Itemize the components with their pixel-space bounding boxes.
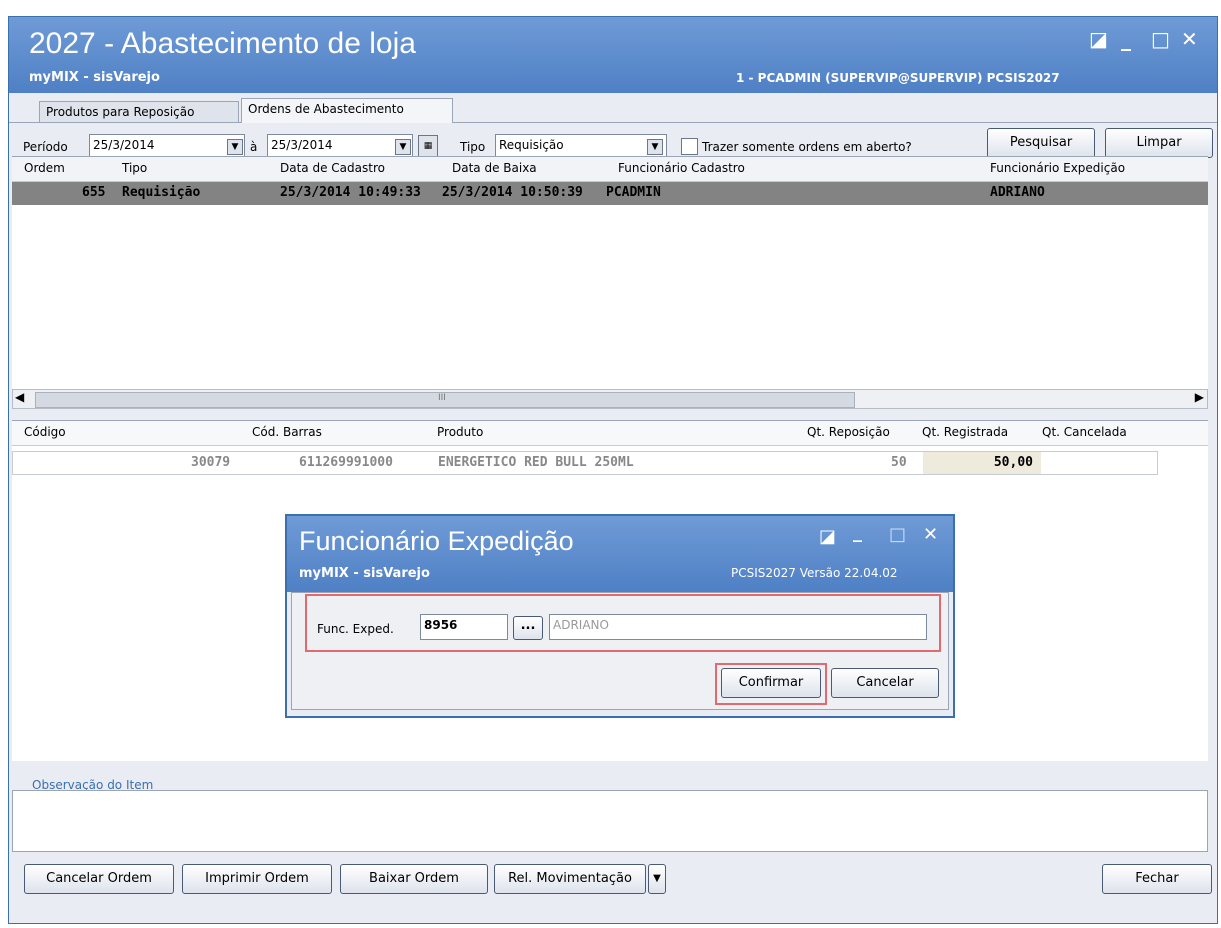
- horizontal-scrollbar[interactable]: ◀ III ▶: [12, 389, 1208, 409]
- tab-ordens-abastecimento[interactable]: Ordens de Abastecimento: [241, 98, 453, 123]
- cell-func-expedicao: ADRIANO: [990, 185, 1045, 200]
- orders-grid-header: Ordem Tipo Data de Cadastro Data de Baix…: [12, 157, 1208, 182]
- cell-tipo: Requisição: [122, 185, 201, 200]
- scroll-grip: III: [438, 393, 446, 403]
- col-cod-barras[interactable]: Cód. Barras: [252, 425, 322, 439]
- tipo-value: Requisição: [499, 138, 564, 152]
- confirmar-button[interactable]: Confirmar: [721, 668, 821, 698]
- func-exped-label: Func. Exped.: [317, 622, 394, 636]
- minimize-icon[interactable]: _: [1121, 27, 1131, 51]
- scroll-thumb[interactable]: III: [35, 392, 855, 408]
- col-data-cadastro[interactable]: Data de Cadastro: [280, 161, 385, 175]
- scroll-left-icon[interactable]: ◀: [15, 390, 24, 404]
- cell-qt-reposicao: 50: [891, 455, 907, 470]
- dialog-close-icon[interactable]: ✕: [923, 524, 938, 545]
- open-orders-checkbox[interactable]: [681, 138, 698, 155]
- title-bar: 2027 - Abastecimento de loja myMIX - sis…: [9, 17, 1217, 93]
- periodo-label: Período: [23, 140, 68, 154]
- tab-strip: Produtos para Reposição Ordens de Abaste…: [9, 93, 1217, 123]
- col-produto[interactable]: Produto: [437, 425, 483, 439]
- orders-grid: Ordem Tipo Data de Cadastro Data de Baix…: [12, 156, 1208, 397]
- dialog-title-bar: Funcionário Expedição myMIX - sisVarejo …: [287, 516, 953, 592]
- browse-button[interactable]: ...: [513, 616, 543, 640]
- observacao-textarea[interactable]: [12, 790, 1208, 852]
- table-row[interactable]: 30079 611269991000 ENERGETICO RED BULL 2…: [12, 451, 1158, 475]
- restore-icon[interactable]: ◪: [1089, 27, 1108, 51]
- items-grid-header: Código Cód. Barras Produto Qt. Reposição…: [12, 421, 1208, 446]
- col-qt-reposicao[interactable]: Qt. Reposição: [807, 425, 890, 439]
- dialog-subtitle: myMIX - sisVarejo: [299, 566, 430, 581]
- col-qt-registrada[interactable]: Qt. Registrada: [922, 425, 1008, 439]
- pesquisar-button[interactable]: Pesquisar: [987, 128, 1095, 158]
- imprimir-ordem-button[interactable]: Imprimir Ordem: [182, 864, 332, 894]
- col-data-baixa[interactable]: Data de Baixa: [452, 161, 537, 175]
- user-info: 1 - PCADMIN (SUPERVIP@SUPERVIP) PCSIS202…: [736, 71, 1060, 85]
- func-code-value: 8956: [424, 618, 458, 632]
- a-label: à: [250, 140, 258, 154]
- observacao-group: Observação do Item: [12, 768, 1208, 856]
- tipo-label: Tipo: [460, 140, 486, 154]
- dialog-title: Funcionário Expedição: [299, 526, 574, 556]
- func-code-input[interactable]: 8956: [420, 614, 508, 640]
- date-from-input[interactable]: 25/3/2014: [89, 134, 245, 158]
- date-from-dropdown-icon[interactable]: ▼: [227, 139, 243, 155]
- date-to-input[interactable]: 25/3/2014: [267, 134, 413, 158]
- window-subtitle: myMIX - sisVarejo: [29, 70, 160, 85]
- cell-ordem: 655: [82, 185, 106, 200]
- date-to-value: 25/3/2014: [271, 138, 333, 152]
- cancelar-button[interactable]: Cancelar: [831, 668, 939, 698]
- col-qt-cancelada[interactable]: Qt. Cancelada: [1042, 425, 1127, 439]
- table-row[interactable]: 655 Requisição 25/3/2014 10:49:33 25/3/2…: [12, 182, 1208, 205]
- cell-data-cadastro: 25/3/2014 10:49:33: [280, 185, 421, 200]
- dialog-version: PCSIS2027 Versão 22.04.02: [731, 566, 898, 580]
- col-func-cadastro[interactable]: Funcionário Cadastro: [618, 161, 745, 175]
- funcionario-expedicao-dialog: Funcionário Expedição myMIX - sisVarejo …: [285, 514, 955, 718]
- maximize-icon[interactable]: □: [1151, 27, 1170, 51]
- limpar-button[interactable]: Limpar: [1105, 128, 1213, 158]
- cell-produto: ENERGETICO RED BULL 250ML: [438, 455, 634, 470]
- open-orders-label: Trazer somente ordens em aberto?: [702, 140, 912, 154]
- tab-produtos-reposicao[interactable]: Produtos para Reposição: [39, 101, 239, 122]
- tipo-dropdown-icon[interactable]: ▼: [647, 139, 663, 155]
- rel-movimentacao-button[interactable]: Rel. Movimentação: [494, 864, 646, 894]
- func-name-field: ADRIANO: [549, 614, 927, 640]
- dialog-minimize-icon[interactable]: _: [853, 522, 862, 543]
- func-name-value: ADRIANO: [553, 618, 609, 632]
- col-codigo[interactable]: Código: [24, 425, 66, 439]
- scroll-right-icon[interactable]: ▶: [1195, 390, 1204, 404]
- date-to-dropdown-icon[interactable]: ▼: [395, 139, 411, 155]
- calendar-icon[interactable]: ▦: [418, 135, 438, 157]
- col-ordem[interactable]: Ordem: [24, 161, 65, 175]
- baixar-ordem-button[interactable]: Baixar Ordem: [340, 864, 488, 894]
- fechar-button[interactable]: Fechar: [1102, 864, 1212, 894]
- dialog-maximize-icon[interactable]: □: [889, 524, 906, 545]
- date-from-value: 25/3/2014: [93, 138, 155, 152]
- col-func-expedicao[interactable]: Funcionário Expedição: [990, 161, 1125, 175]
- rel-movimentacao-dropdown-icon[interactable]: ▼: [648, 864, 666, 894]
- tipo-select[interactable]: Requisição: [495, 134, 667, 158]
- col-tipo[interactable]: Tipo: [122, 161, 147, 175]
- cell-qt-registrada-bg[interactable]: 50,00: [923, 452, 1041, 474]
- cell-data-baixa: 25/3/2014 10:50:39: [442, 185, 583, 200]
- cell-qt-registrada: 50,00: [993, 455, 1033, 470]
- cell-codigo: 30079: [191, 455, 231, 470]
- cell-cod-barras: 611269991000: [299, 455, 393, 470]
- close-icon[interactable]: ✕: [1181, 27, 1198, 51]
- cell-func-cadastro: PCADMIN: [606, 185, 661, 200]
- cancelar-ordem-button[interactable]: Cancelar Ordem: [24, 864, 174, 894]
- dialog-restore-icon[interactable]: ◪: [819, 526, 836, 547]
- window-title: 2027 - Abastecimento de loja: [29, 27, 416, 60]
